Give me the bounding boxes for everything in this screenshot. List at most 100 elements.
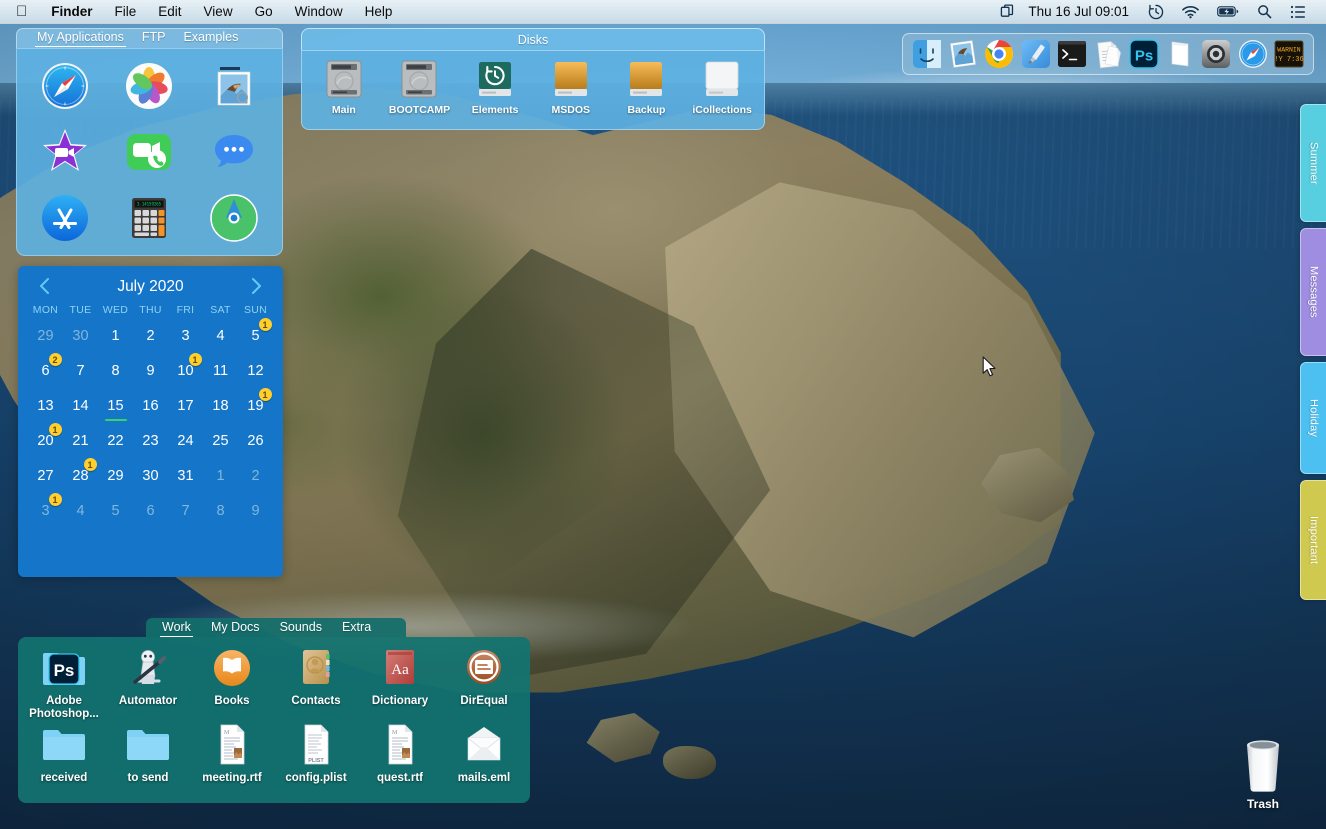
tab-ftp[interactable]: FTP	[134, 27, 174, 48]
calendar-day[interactable]: 30	[133, 458, 168, 493]
mail-stamp-icon[interactable]	[948, 39, 978, 69]
collapsed-side-tabs[interactable]: SummerMessagesHolidayImportant	[1300, 104, 1326, 606]
file-item-direqual[interactable]: DirEqual	[442, 645, 526, 722]
calendar-day[interactable]: 2	[238, 458, 273, 493]
menu-item-go[interactable]: Go	[244, 4, 284, 19]
app-item-safari[interactable]	[33, 54, 97, 118]
tab-extra[interactable]: Extra	[334, 617, 379, 638]
disk-item-icollections[interactable]: iCollections	[687, 57, 757, 116]
disk-item-backup[interactable]: Backup	[611, 57, 681, 116]
applications-panel-tabs[interactable]: My Applications FTP Examples	[16, 28, 283, 48]
calendar-day[interactable]: 3	[168, 318, 203, 353]
disks-panel[interactable]: Disks Main	[301, 28, 765, 130]
menu-item-file[interactable]: File	[104, 4, 148, 19]
app-item-mail[interactable]	[202, 54, 266, 118]
calendar-day[interactable]: 8	[98, 353, 133, 388]
calendar-panel[interactable]: July 2020 MONTUEWEDTHUFRISATSUN 29301234…	[18, 266, 283, 577]
calendar-day[interactable]: 8	[203, 493, 238, 528]
calendar-day[interactable]: 27	[28, 458, 63, 493]
calendar-day[interactable]: 7	[63, 353, 98, 388]
calendar-day[interactable]: 51	[238, 318, 273, 353]
photoshop-icon[interactable]: Ps	[1129, 39, 1159, 69]
calendar-day[interactable]: 24	[168, 423, 203, 458]
calendar-day[interactable]: 26	[238, 423, 273, 458]
menu-item-finder[interactable]: Finder	[40, 4, 103, 19]
apple-logo-icon[interactable]: 	[0, 4, 40, 19]
menu-item-edit[interactable]: Edit	[147, 4, 192, 19]
calendar-prev-button[interactable]	[34, 277, 55, 298]
calendar-day[interactable]: 29	[28, 318, 63, 353]
file-item-books[interactable]: Books	[190, 645, 274, 722]
side-tab-important[interactable]: Important	[1300, 480, 1326, 600]
disk-item-main[interactable]: Main	[309, 57, 379, 116]
led-warning-icon[interactable]: WARNIN !Y 7:36	[1274, 39, 1304, 69]
tab-work[interactable]: Work	[154, 617, 199, 638]
app-item-facetime[interactable]	[117, 120, 181, 184]
system-preferences-icon[interactable]	[1201, 39, 1231, 69]
xcode-icon[interactable]	[1021, 39, 1051, 69]
calendar-day[interactable]: 12	[238, 353, 273, 388]
calendar-day[interactable]: 15	[98, 388, 133, 423]
file-item-mails-eml[interactable]: mails.eml	[442, 722, 526, 799]
preview-icon[interactable]	[1093, 39, 1123, 69]
file-item-quest-rtf[interactable]: M quest.rtf	[358, 722, 442, 799]
calendar-day[interactable]: 1	[98, 318, 133, 353]
side-tab-summer[interactable]: Summer	[1300, 104, 1326, 222]
calendar-day[interactable]: 4	[203, 318, 238, 353]
calendar-day[interactable]: 30	[63, 318, 98, 353]
calendar-day[interactable]: 13	[28, 388, 63, 423]
wifi-icon[interactable]	[1173, 5, 1208, 19]
calendar-grid[interactable]: 2930123451627891011112131415161718191201…	[28, 318, 273, 528]
calendar-day[interactable]: 101	[168, 353, 203, 388]
calendar-day[interactable]: 5	[98, 493, 133, 528]
files-panel[interactable]: Work My Docs Sounds Extra Ps Adobe Photo…	[18, 618, 530, 803]
app-item-calculator[interactable]: 3.14159265	[117, 186, 181, 250]
search-icon[interactable]	[1248, 4, 1281, 19]
calendar-day[interactable]: 23	[133, 423, 168, 458]
app-item-imovie[interactable]	[33, 120, 97, 184]
disk-item-bootcamp[interactable]: BOOTCAMP	[384, 57, 454, 116]
calendar-day[interactable]: 31	[28, 493, 63, 528]
app-item-find-my[interactable]	[202, 186, 266, 250]
calendar-header[interactable]: July 2020	[28, 274, 273, 300]
calendar-day[interactable]: 29	[98, 458, 133, 493]
menu-bar[interactable]:  Finder File Edit View Go Window Help T…	[0, 0, 1326, 24]
calendar-next-button[interactable]	[246, 277, 267, 298]
calendar-day[interactable]: 21	[63, 423, 98, 458]
files-panel-tabs[interactable]: Work My Docs Sounds Extra	[146, 618, 406, 637]
file-item-meeting-rtf[interactable]: M meeting.rtf	[190, 722, 274, 799]
calendar-day[interactable]: 22	[98, 423, 133, 458]
terminal-icon[interactable]	[1057, 39, 1087, 69]
file-item-config-plist[interactable]: PLIST config.plist	[274, 722, 358, 799]
tab-my-applications[interactable]: My Applications	[29, 27, 132, 48]
applications-panel[interactable]: My Applications FTP Examples	[16, 28, 283, 256]
file-item-adobe-photoshop[interactable]: Ps Adobe Photoshop...	[22, 645, 106, 722]
calendar-day[interactable]: 17	[168, 388, 203, 423]
calendar-day[interactable]: 16	[133, 388, 168, 423]
menu-bar-clock[interactable]: Thu 16 Jul 09:01	[1024, 4, 1139, 19]
calendar-day[interactable]: 201	[28, 423, 63, 458]
app-item-app-store[interactable]	[33, 186, 97, 250]
file-item-dictionary[interactable]: Aa Dictionary	[358, 645, 442, 722]
trash-icon[interactable]	[1236, 736, 1290, 794]
calendar-day[interactable]: 14	[63, 388, 98, 423]
menu-item-view[interactable]: View	[193, 4, 244, 19]
pages-icon[interactable]	[1165, 39, 1195, 69]
side-tab-messages[interactable]: Messages	[1300, 228, 1326, 356]
calendar-day[interactable]: 1	[203, 458, 238, 493]
calendar-day[interactable]: 9	[238, 493, 273, 528]
calendar-day[interactable]: 9	[133, 353, 168, 388]
disk-item-elements[interactable]: Elements	[460, 57, 530, 116]
calendar-day[interactable]: 31	[168, 458, 203, 493]
calendar-day[interactable]: 7	[168, 493, 203, 528]
file-item-received[interactable]: received	[22, 722, 106, 799]
file-item-contacts[interactable]: Contacts	[274, 645, 358, 722]
menu-bar-status-area[interactable]: Thu 16 Jul 09:01	[991, 4, 1326, 20]
time-machine-icon[interactable]	[1139, 4, 1173, 20]
top-dock-panel[interactable]: Ps	[902, 33, 1314, 75]
calendar-day[interactable]: 4	[63, 493, 98, 528]
calendar-day[interactable]: 11	[203, 353, 238, 388]
menu-item-window[interactable]: Window	[284, 4, 354, 19]
battery-charging-icon[interactable]	[1208, 5, 1248, 18]
app-item-photos[interactable]	[117, 54, 181, 118]
